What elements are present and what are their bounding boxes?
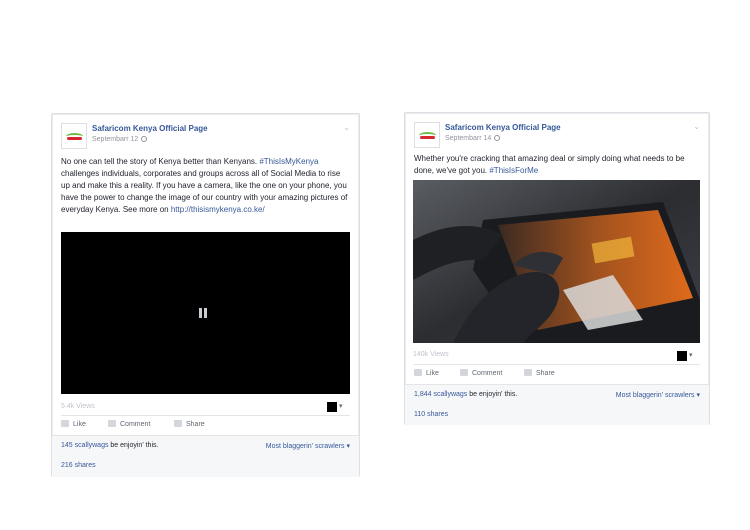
likes-summary: 145 scallywags be enjoyin' this.	[61, 442, 158, 449]
post-card-2: Safaricom Kenya Official Page Septembarr…	[404, 112, 710, 425]
view-count: 5.4k Views	[61, 403, 95, 410]
comment-sort-dropdown[interactable]: Most blaggerin' scrawlers ▾	[266, 442, 350, 450]
likes-count-link[interactable]: 145 scallywags	[61, 442, 108, 449]
chevron-down-icon[interactable]: ⌄	[693, 122, 700, 131]
divider	[61, 415, 350, 416]
post-text: No one can tell the story of Kenya bette…	[61, 156, 351, 216]
video-quality-select[interactable]	[677, 351, 687, 361]
share-label: Share	[536, 370, 555, 377]
chevron-down-icon[interactable]: ⌄	[343, 123, 350, 132]
safaricom-logo-icon[interactable]	[414, 122, 440, 148]
post-header: Safaricom Kenya Official Page Septembarr…	[61, 123, 350, 151]
comment-button[interactable]: Comment	[460, 369, 502, 377]
share-icon	[524, 369, 532, 376]
shares-link[interactable]: 110 shares	[414, 411, 448, 418]
post-date-text[interactable]: Septembarr 12	[92, 136, 138, 143]
like-icon	[61, 420, 69, 427]
comment-label: Comment	[472, 370, 503, 377]
post-card-1: Safaricom Kenya Official Page Septembarr…	[51, 113, 360, 477]
post-text: Whether you're cracking that amazing dea…	[414, 153, 701, 177]
hashtag-link[interactable]: #ThisIsMyKenya	[259, 157, 318, 166]
share-icon	[174, 420, 182, 427]
video-player[interactable]	[61, 232, 350, 394]
reactions-area: 145 scallywags be enjoyin' this. Most bl…	[52, 435, 359, 477]
like-label: Like	[426, 370, 439, 377]
like-button[interactable]: Like	[414, 369, 439, 377]
post-date[interactable]: Septembarr 12	[92, 136, 148, 143]
view-count: 140k Views	[413, 351, 449, 358]
divider	[414, 364, 700, 365]
tablet-hand-image	[413, 180, 700, 343]
comment-icon	[460, 369, 468, 376]
dropdown-arrow-icon[interactable]: ▾	[689, 351, 693, 359]
likes-suffix: be enjoyin' this.	[108, 442, 159, 449]
reactions-area: 1,844 scallywags be enjoyin' this. Most …	[405, 384, 709, 425]
action-bar: Like Comment Share	[61, 418, 350, 432]
page-name-link[interactable]: Safaricom Kenya Official Page	[445, 123, 561, 132]
like-button[interactable]: Like	[61, 420, 86, 428]
share-button[interactable]: Share	[524, 369, 555, 377]
pause-icon[interactable]	[199, 308, 202, 318]
comment-icon	[108, 420, 116, 427]
comment-sort-dropdown[interactable]: Most blaggerin' scrawlers ▾	[616, 391, 700, 399]
likes-count-link[interactable]: 1,844 scallywags	[414, 391, 467, 398]
hashtag-link[interactable]: #ThisIsForMe	[489, 166, 538, 175]
video-quality-select[interactable]	[327, 402, 337, 412]
post-text-part1: No one can tell the story of Kenya bette…	[61, 157, 260, 166]
like-icon	[414, 369, 422, 376]
dropdown-arrow-icon[interactable]: ▾	[339, 402, 343, 410]
share-label: Share	[186, 421, 205, 428]
post-text-part1: Whether you're cracking that amazing dea…	[414, 154, 685, 175]
like-label: Like	[73, 421, 86, 428]
likes-suffix: be enjoyin' this.	[467, 391, 518, 398]
likes-summary: 1,844 scallywags be enjoyin' this.	[414, 391, 517, 398]
share-button[interactable]: Share	[174, 420, 205, 428]
safaricom-logo-icon[interactable]	[61, 123, 87, 149]
video-thumbnail[interactable]	[413, 180, 700, 343]
post-date[interactable]: Septembarr 14	[445, 135, 501, 142]
post-date-text[interactable]: Septembarr 14	[445, 135, 491, 142]
action-bar: Like Comment Share	[414, 367, 700, 381]
globe-icon	[494, 135, 501, 141]
page-name-link[interactable]: Safaricom Kenya Official Page	[92, 124, 208, 133]
comment-label: Comment	[120, 421, 151, 428]
comment-button[interactable]: Comment	[108, 420, 150, 428]
shares-link[interactable]: 216 shares	[61, 462, 96, 469]
post-header: Safaricom Kenya Official Page Septembarr…	[414, 122, 700, 150]
website-link[interactable]: http://thisismykenya.co.ke/	[171, 205, 265, 214]
globe-icon	[141, 136, 148, 142]
